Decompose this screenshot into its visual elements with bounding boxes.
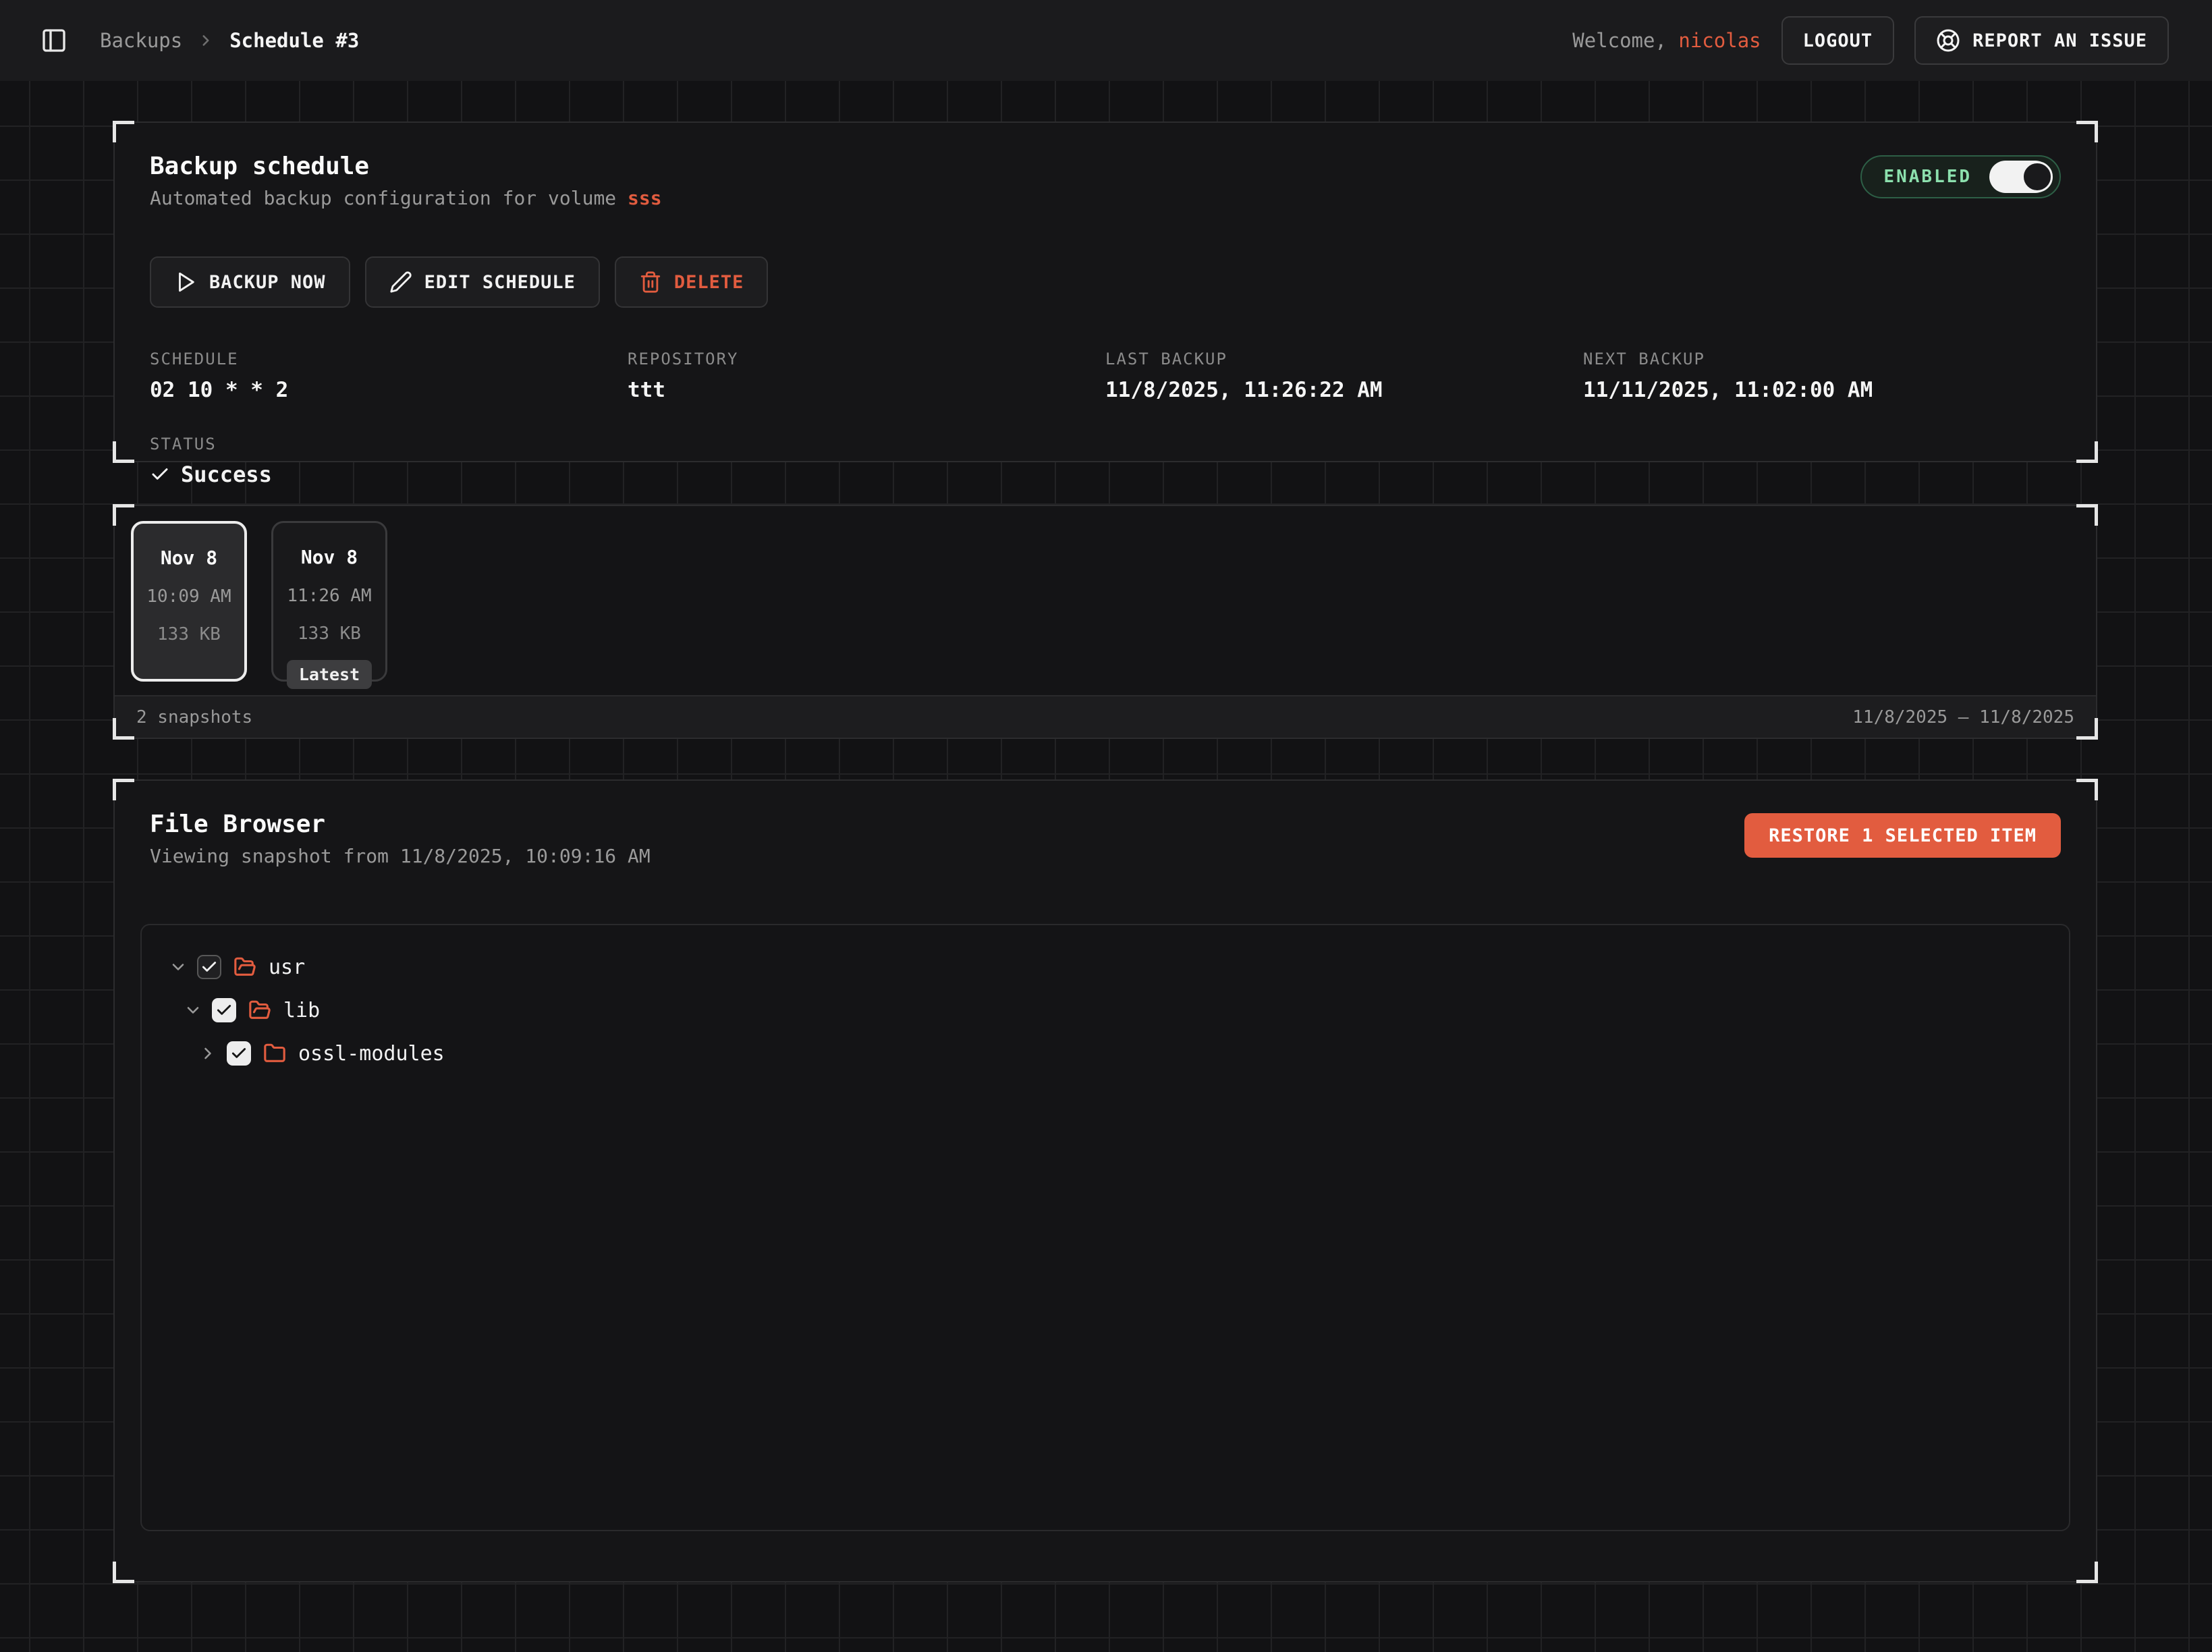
chevron-right-icon[interactable] bbox=[198, 1044, 217, 1063]
sidebar-toggle-button[interactable] bbox=[38, 24, 70, 57]
checkbox-usr[interactable] bbox=[197, 955, 221, 979]
check-icon bbox=[150, 464, 170, 485]
checkbox-lib[interactable] bbox=[212, 998, 236, 1022]
corner-bracket bbox=[2076, 718, 2098, 740]
breadcrumb-backups[interactable]: Backups bbox=[100, 29, 182, 52]
latest-badge: Latest bbox=[287, 660, 372, 689]
corner-bracket bbox=[113, 504, 134, 526]
snapshot-card-latest[interactable]: Nov 8 11:26 AM 133 KB Latest bbox=[271, 521, 387, 682]
corner-bracket bbox=[2076, 1562, 2098, 1583]
topbar: Backups Schedule #3 Welcome, nicolas LOG… bbox=[0, 0, 2212, 81]
snapshot-count: 2 snapshots bbox=[136, 707, 252, 727]
enabled-toggle-switch[interactable] bbox=[1989, 161, 2051, 193]
breadcrumb-current-page: Schedule #3 bbox=[229, 29, 359, 52]
folder-open-icon bbox=[248, 999, 271, 1022]
file-tree: usr lib ossl-modules bbox=[140, 924, 2070, 1531]
snapshot-time: 11:26 AM bbox=[287, 586, 371, 606]
welcome-text: Welcome, nicolas bbox=[1572, 29, 1761, 52]
corner-bracket bbox=[113, 441, 134, 463]
corner-bracket bbox=[2076, 441, 2098, 463]
corner-bracket bbox=[2076, 121, 2098, 142]
file-browser-card: File Browser Viewing snapshot from 11/8/… bbox=[113, 779, 2097, 1582]
snapshot-size: 133 KB bbox=[298, 624, 361, 644]
corner-bracket bbox=[113, 1562, 134, 1583]
checkbox-ossl-modules[interactable] bbox=[227, 1041, 251, 1066]
report-issue-button[interactable]: REPORT AN ISSUE bbox=[1914, 16, 2169, 65]
tree-label: ossl-modules bbox=[298, 1042, 445, 1066]
tree-row-usr[interactable]: usr bbox=[155, 945, 2055, 989]
enabled-toggle-pill[interactable]: ENABLED bbox=[1860, 155, 2061, 198]
pencil-icon bbox=[389, 271, 412, 294]
chevron-right-icon bbox=[197, 32, 215, 49]
snapshot-size: 133 KB bbox=[157, 624, 221, 644]
snapshot-strip: Nov 8 10:09 AM 133 KB Nov 8 11:26 AM 133… bbox=[115, 506, 2096, 696]
field-next-backup: NEXT BACKUP 11/11/2025, 11:02:00 AM bbox=[1583, 350, 2061, 402]
enabled-label: ENABLED bbox=[1883, 167, 1972, 187]
field-label: LAST BACKUP bbox=[1105, 350, 1583, 368]
corner-bracket bbox=[113, 718, 134, 740]
restore-selected-button[interactable]: RESTORE 1 SELECTED ITEM bbox=[1744, 813, 2061, 858]
chevron-down-icon[interactable] bbox=[169, 958, 188, 976]
field-status: STATUS Success bbox=[150, 435, 2061, 487]
backup-schedule-card: Backup schedule Automated backup configu… bbox=[113, 121, 2097, 462]
field-repository: REPOSITORY ttt bbox=[628, 350, 1105, 402]
volume-name: sss bbox=[628, 187, 662, 209]
snapshot-date-range: 11/8/2025 – 11/8/2025 bbox=[1852, 707, 2074, 727]
schedule-fields: SCHEDULE 02 10 * * 2 REPOSITORY ttt LAST… bbox=[150, 350, 2061, 402]
report-issue-icon bbox=[1936, 28, 1960, 53]
snapshot-date: Nov 8 bbox=[301, 546, 358, 568]
edit-schedule-button[interactable]: EDIT SCHEDULE bbox=[365, 256, 600, 308]
backup-now-button[interactable]: BACKUP NOW bbox=[150, 256, 350, 308]
play-icon bbox=[174, 271, 197, 294]
field-last-backup: LAST BACKUP 11/8/2025, 11:26:22 AM bbox=[1105, 350, 1583, 402]
snapshots-card: Nov 8 10:09 AM 133 KB Nov 8 11:26 AM 133… bbox=[113, 505, 2097, 739]
field-value: ttt bbox=[628, 378, 1105, 402]
tree-label: usr bbox=[269, 956, 305, 979]
breadcrumb: Backups Schedule #3 bbox=[100, 29, 359, 52]
field-value: 11/11/2025, 11:02:00 AM bbox=[1583, 378, 2061, 402]
schedule-card-title: Backup schedule bbox=[150, 153, 2061, 180]
chevron-down-icon[interactable] bbox=[184, 1001, 202, 1020]
toggle-knob bbox=[2022, 161, 2053, 192]
corner-bracket bbox=[113, 779, 134, 800]
panel-left-icon bbox=[40, 27, 67, 54]
tree-row-lib[interactable]: lib bbox=[155, 989, 2055, 1032]
corner-bracket bbox=[113, 121, 134, 142]
snapshots-footer: 2 snapshots 11/8/2025 – 11/8/2025 bbox=[115, 695, 2096, 738]
field-label: SCHEDULE bbox=[150, 350, 628, 368]
schedule-card-subtitle: Automated backup configuration for volum… bbox=[150, 187, 2061, 209]
tree-row-ossl-modules[interactable]: ossl-modules bbox=[155, 1032, 2055, 1075]
field-schedule: SCHEDULE 02 10 * * 2 bbox=[150, 350, 628, 402]
corner-bracket bbox=[2076, 779, 2098, 800]
status-label: STATUS bbox=[150, 435, 2061, 453]
delete-button[interactable]: DELETE bbox=[615, 256, 769, 308]
field-label: REPOSITORY bbox=[628, 350, 1105, 368]
field-label: NEXT BACKUP bbox=[1583, 350, 2061, 368]
snapshot-card-selected[interactable]: Nov 8 10:09 AM 133 KB bbox=[131, 521, 247, 682]
folder-closed-icon bbox=[263, 1042, 286, 1065]
folder-open-icon bbox=[233, 956, 256, 979]
field-value: 02 10 * * 2 bbox=[150, 378, 628, 402]
status-value: Success bbox=[150, 462, 2061, 487]
tree-label: lib bbox=[283, 999, 320, 1022]
snapshot-date: Nov 8 bbox=[161, 547, 217, 569]
field-value: 11/8/2025, 11:26:22 AM bbox=[1105, 378, 1583, 402]
logout-button[interactable]: LOGOUT bbox=[1781, 16, 1895, 65]
snapshot-time: 10:09 AM bbox=[146, 586, 231, 607]
username: nicolas bbox=[1678, 29, 1761, 52]
trash-icon bbox=[639, 271, 662, 294]
corner-bracket bbox=[2076, 504, 2098, 526]
